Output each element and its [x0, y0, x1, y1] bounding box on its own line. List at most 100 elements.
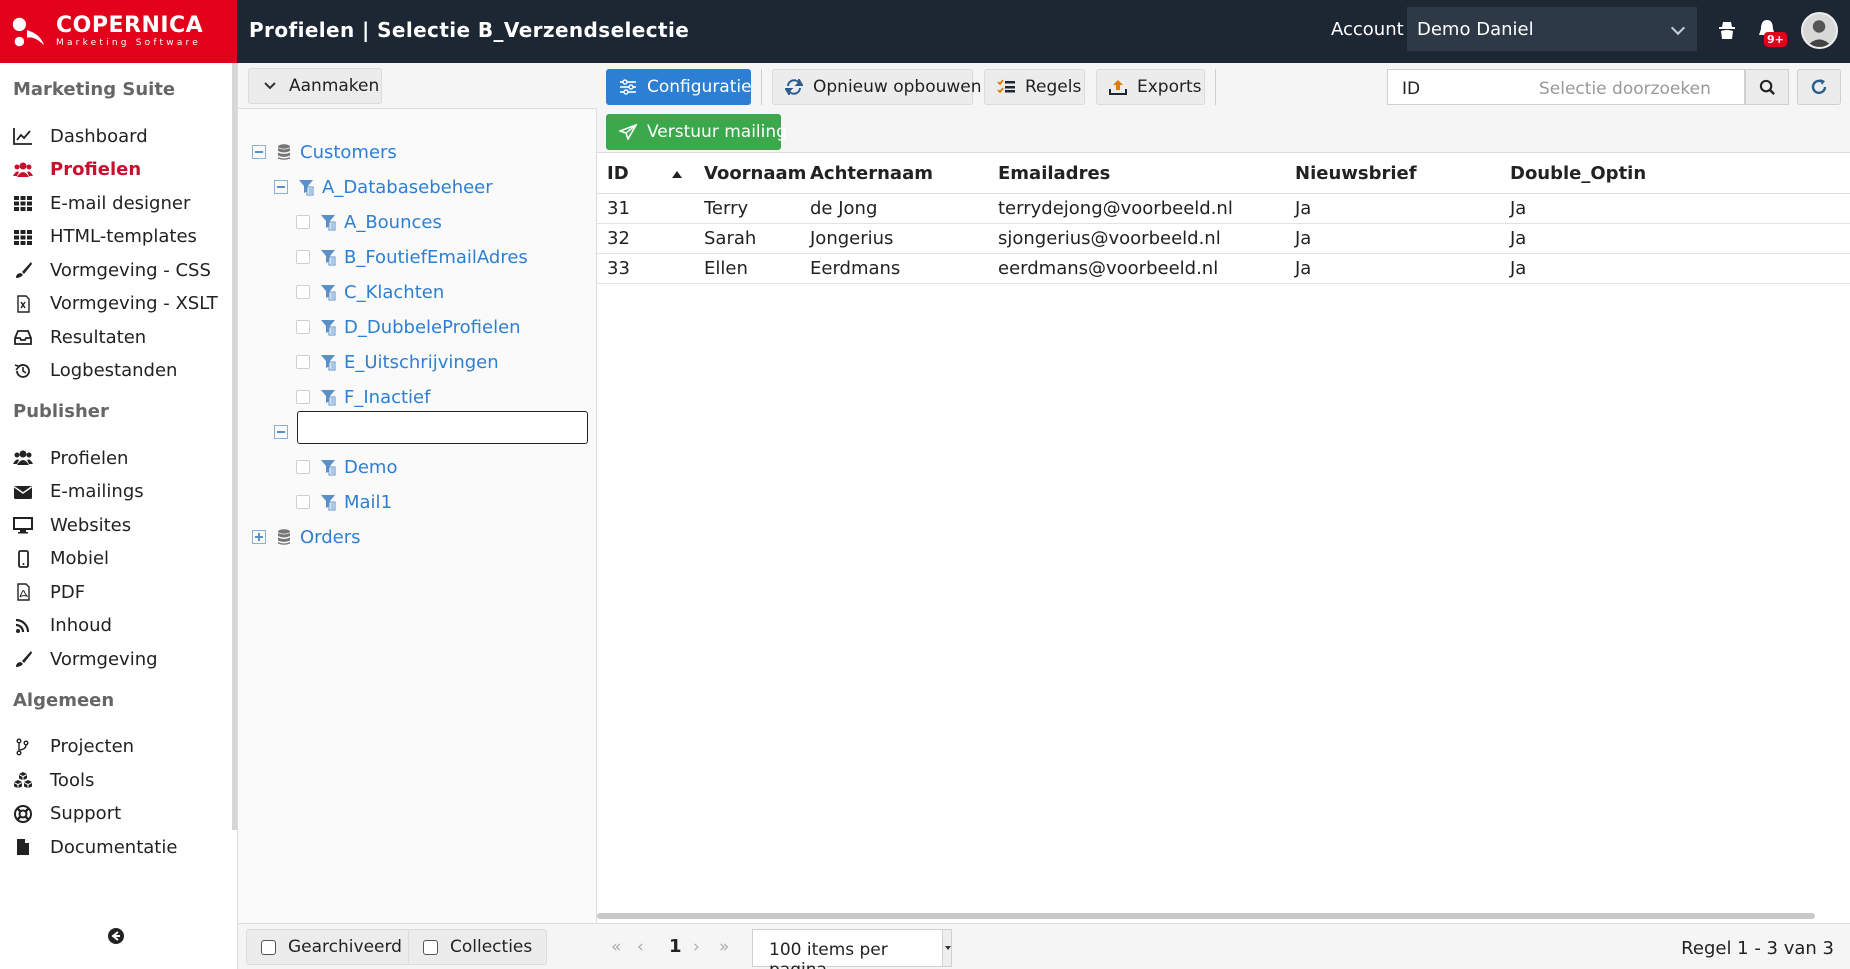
branch-icon	[12, 737, 34, 757]
column-header-voornaam[interactable]: Voornaam	[704, 163, 806, 184]
archived-toggle[interactable]: Gearchiveerd	[246, 929, 417, 965]
sidebar-item-support[interactable]: Support	[12, 799, 121, 829]
tree-node-checkbox[interactable]	[296, 320, 310, 334]
spy-icon[interactable]	[1718, 20, 1736, 40]
next-page-icon[interactable]: ›	[693, 937, 700, 957]
chevron-down-icon	[261, 78, 279, 94]
column-header-emailadres[interactable]: Emailadres	[998, 163, 1110, 184]
tree-node-d-dubbeleprofielen[interactable]: D_DubbeleProfielen	[296, 313, 521, 341]
column-header-double-optin[interactable]: Double_Optin	[1510, 163, 1646, 184]
expand-icon[interactable]	[252, 530, 266, 544]
table-row[interactable]: 32 Sarah Jongerius sjongerius@voorbeeld.nl J…	[597, 224, 1850, 254]
sidebar-item-profielen[interactable]: Profielen	[12, 155, 141, 185]
sidebar-item-vormgeving-xslt[interactable]: Vormgeving - XSLT	[12, 289, 218, 319]
tree-node-mail1[interactable]: Mail1	[296, 488, 392, 516]
tree-node-e-uitschrijvingen[interactable]: E_Uitschrijvingen	[296, 348, 499, 376]
pdf-icon	[12, 582, 34, 602]
brush-icon	[12, 260, 34, 280]
rules-label: Regels	[1025, 77, 1082, 97]
tree-node-checkbox[interactable]	[296, 390, 310, 404]
tree-node-b-foutiefemailadres[interactable]: B_FoutiefEmailAdres	[296, 243, 528, 271]
table-row[interactable]: 33 Ellen Eerdmans eerdmans@voorbeeld.nl Ja Ja	[597, 254, 1850, 284]
collapse-icon[interactable]	[274, 180, 288, 194]
sidebar-item-projecten[interactable]: Projecten	[12, 732, 134, 762]
tree-toolbar: Aanmaken	[238, 63, 598, 109]
filter-selection-icon	[320, 353, 336, 371]
column-header-achternaam[interactable]: Achternaam	[810, 163, 933, 184]
collections-toggle[interactable]: Collecties	[408, 929, 548, 965]
sidebar-item-html-templates[interactable]: HTML-templates	[12, 222, 197, 252]
sidebar-item-tools[interactable]: Tools	[12, 765, 94, 795]
mobile-icon	[12, 549, 34, 569]
sidebar-item-e-mailings[interactable]: E-mailings	[12, 477, 144, 507]
search-button[interactable]	[1745, 69, 1789, 105]
sidebar-item-logbestanden[interactable]: Logbestanden	[12, 356, 177, 386]
sidebar-section-title: Publisher	[13, 401, 109, 422]
table-row[interactable]: 31 Terry de Jong terrydejong@voorbeeld.nl Ja…	[597, 194, 1850, 224]
configuration-button[interactable]: Configuratie	[606, 69, 752, 105]
collections-label: Collecties	[450, 937, 533, 957]
tree-node-checkbox[interactable]	[296, 355, 310, 369]
selection-tree-panel: Aanmaken Gearchiveerd Collecties Custome…	[237, 63, 598, 969]
collapse-icon[interactable]	[274, 425, 288, 439]
tree-node-orders[interactable]: Orders	[252, 523, 361, 551]
horizontal-scrollbar[interactable]	[597, 913, 1815, 919]
tree-node-c-klachten[interactable]: C_Klachten	[296, 278, 444, 306]
copernica-logo[interactable]: COPERNICA Marketing Software	[0, 0, 237, 63]
sort-ascending-icon[interactable]	[672, 171, 682, 178]
last-page-icon[interactable]: »	[719, 937, 729, 957]
tree-node-checkbox[interactable]	[296, 285, 310, 299]
checkbox-icon	[261, 939, 276, 955]
sidebar-item-documentatie[interactable]: Documentatie	[12, 832, 177, 862]
tree-node-label: Mail1	[344, 491, 393, 513]
top-bar: COPERNICA Marketing Software Profielen |…	[0, 0, 1850, 63]
collapse-icon[interactable]	[252, 145, 266, 159]
sidebar-item-pdf[interactable]: PDF	[12, 577, 85, 607]
sidebar-item-mobiel[interactable]: Mobiel	[12, 544, 109, 574]
sidebar-item-vormgeving[interactable]: Vormgeving	[12, 644, 158, 674]
tree-node-customers[interactable]: Customers	[252, 138, 397, 166]
search-input[interactable]: Selectie doorzoeken	[1525, 69, 1745, 105]
create-button[interactable]: Aanmaken	[248, 68, 382, 104]
sidebar-item-websites[interactable]: Websites	[12, 510, 131, 540]
tree-node-checkbox[interactable]	[296, 460, 310, 474]
column-header-nieuwsbrief[interactable]: Nieuwsbrief	[1295, 163, 1417, 184]
rules-button[interactable]: Regels	[984, 69, 1085, 105]
sidebar-item-label: Projecten	[50, 736, 135, 757]
tree-node-checkbox[interactable]	[296, 215, 310, 229]
rebuild-button[interactable]: Opnieuw opbouwen	[772, 69, 982, 105]
table-cell-nieuwsbrief: Ja	[1295, 258, 1312, 279]
tree-node-label: E_Uitschrijvingen	[344, 351, 499, 373]
current-page[interactable]: 1	[669, 936, 682, 957]
tree-node-label: C_Klachten	[344, 281, 445, 303]
exports-button[interactable]: Exports	[1096, 69, 1205, 105]
sidebar-item-label: Documentatie	[50, 836, 178, 858]
column-header-id[interactable]: ID	[607, 163, 629, 184]
tree-node-f-inactief[interactable]: F_Inactief	[296, 383, 430, 411]
envelope-icon	[12, 482, 34, 502]
refresh-button[interactable]	[1797, 69, 1841, 105]
previous-page-icon[interactable]: ‹	[637, 937, 644, 957]
sidebar-item-resultaten[interactable]: Resultaten	[12, 322, 146, 352]
tree-node-checkbox[interactable]	[296, 495, 310, 509]
avatar[interactable]	[1801, 12, 1838, 49]
tree-node-demo[interactable]: Demo	[296, 453, 397, 481]
tree-node-a-databasebeheer[interactable]: A_Databasebeheer	[274, 173, 493, 201]
table-cell-double-optin: Ja	[1510, 198, 1527, 219]
account-select[interactable]: Demo Daniel	[1407, 7, 1697, 51]
sidebar-section-title: Marketing Suite	[13, 79, 176, 100]
collapse-sidebar-icon[interactable]	[107, 927, 125, 945]
first-page-icon[interactable]: «	[611, 937, 621, 957]
table-cell-achternaam: Eerdmans	[810, 258, 901, 279]
tree-node-a-bounces[interactable]: A_Bounces	[296, 208, 442, 236]
send-mailing-button[interactable]: Verstuur mailing	[606, 114, 787, 150]
sidebar-item-inhoud[interactable]: Inhoud	[12, 611, 112, 641]
tree-node-checkbox[interactable]	[296, 250, 310, 264]
sidebar-item-label: Mobiel	[50, 548, 110, 569]
sidebar-item-profielen[interactable]: Profielen	[12, 443, 128, 473]
sidebar-item-e-mail-designer[interactable]: E-mail designer	[12, 188, 190, 218]
sidebar-item-vormgeving-css[interactable]: Vormgeving - CSS	[12, 255, 211, 285]
toolbar-divider	[1215, 69, 1216, 105]
items-per-page-select[interactable]: 100 items per pagina	[752, 929, 952, 969]
sidebar-item-dashboard[interactable]: Dashboard	[12, 121, 148, 151]
